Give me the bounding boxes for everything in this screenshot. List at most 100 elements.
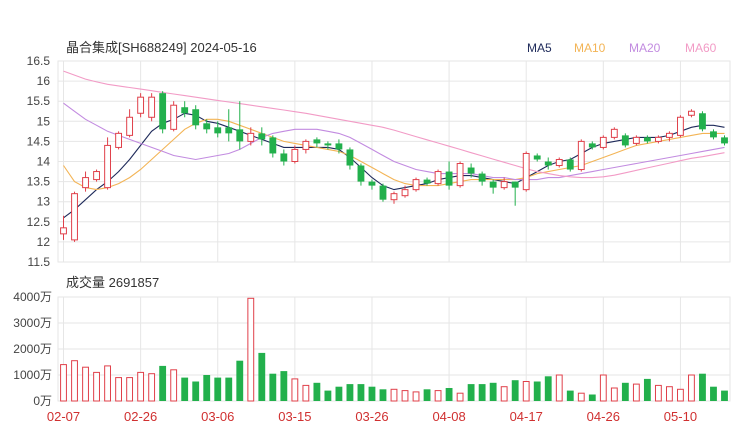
volume-bar-up	[434, 390, 442, 402]
candle	[159, 91, 167, 134]
candle-body-up	[500, 181, 508, 189]
volume-y-tick: 4000万	[13, 290, 52, 304]
candle	[302, 139, 310, 154]
candle	[346, 147, 354, 170]
kline-y-tick: 15	[37, 114, 51, 128]
candle-body-down	[544, 161, 552, 166]
volume-bar-down	[203, 375, 211, 401]
volume-bar-down	[192, 381, 200, 401]
volume-bar-down	[368, 386, 376, 401]
candle-body-down	[335, 143, 343, 150]
candle	[60, 215, 67, 240]
candle-body-up	[412, 179, 420, 191]
candle-body-up	[434, 171, 442, 185]
candle-body-up	[390, 193, 398, 201]
candle	[489, 179, 497, 194]
candle-body-up	[93, 171, 100, 181]
x-tick-label: 04-26	[587, 409, 620, 424]
candle	[577, 139, 585, 172]
kline-y-tick: 14	[37, 155, 51, 169]
candle	[137, 93, 145, 118]
volume-bar-up	[577, 392, 585, 402]
candle-body-down	[269, 137, 277, 154]
kline-y-tick: 16.5	[27, 54, 51, 68]
volume-bar-up	[82, 366, 89, 402]
volume-bar-down	[236, 360, 244, 401]
candle-body-up	[115, 132, 123, 148]
candle	[434, 169, 442, 186]
volume-y-tick: 1000万	[13, 368, 52, 382]
candle	[621, 133, 629, 148]
candle	[82, 171, 89, 192]
candle-body-down	[203, 123, 211, 130]
candle	[357, 163, 365, 186]
candle	[126, 109, 134, 138]
kline-y-tick: 13	[37, 195, 51, 209]
volume-bar-down	[335, 386, 343, 401]
volume-bar-up	[456, 392, 464, 402]
volume-bar-up	[665, 386, 673, 402]
candle-body-up	[291, 148, 299, 163]
volume-bar-down	[423, 389, 431, 401]
candle-body-down	[721, 137, 728, 144]
candle	[192, 105, 200, 130]
kline-y-tick: 14.5	[27, 134, 51, 148]
volume-bar-down	[324, 390, 332, 401]
volume-bar-up	[302, 384, 310, 402]
candle-body-up	[401, 189, 409, 197]
chart-title: 晶合集成[SH688249] 2024-05-16	[66, 40, 257, 55]
candle-body-down	[699, 113, 706, 130]
candle	[555, 157, 563, 168]
volume-bar-up	[677, 388, 684, 402]
candle-body-up	[555, 158, 563, 167]
candlesticks	[60, 91, 728, 242]
volume-bar-down	[357, 384, 365, 401]
volume-bar-up	[60, 364, 67, 402]
candle	[710, 129, 717, 140]
x-tick-label: 02-26	[124, 409, 157, 424]
volume-bar-up	[688, 374, 695, 402]
volume-bar-up	[632, 383, 640, 402]
volume-bar-down	[280, 371, 288, 401]
candle-body-down	[324, 143, 332, 146]
x-tick-label: 04-08	[432, 409, 465, 424]
volume-bar-up	[148, 373, 156, 402]
volume-bar-up	[170, 369, 178, 402]
volume-bar-up	[71, 360, 78, 402]
x-tick-label: 03-26	[355, 409, 388, 424]
candle-body-down	[280, 153, 288, 162]
volume-bar-down	[214, 377, 222, 401]
candle-body-up	[632, 136, 640, 144]
candle-body-down	[478, 173, 486, 182]
candle-body-down	[258, 133, 266, 140]
legend-ma60: MA60	[685, 41, 717, 55]
candle-body-up	[456, 163, 464, 187]
candle-body-down	[225, 127, 233, 134]
candle-body-down	[181, 107, 189, 114]
volume-bar-up	[104, 365, 111, 402]
volume-bar-down	[710, 386, 717, 401]
x-tick-label: 03-06	[201, 409, 234, 424]
candle	[599, 135, 607, 150]
candle	[368, 179, 376, 190]
stock-chart: 晶合集成[SH688249] 2024-05-16 MA5 MA10 MA20 MA6…	[13, 40, 731, 424]
candle-body-down	[621, 135, 629, 146]
candle-body-up	[688, 110, 695, 116]
volume-bar-down	[566, 390, 574, 401]
legend-ma10: MA10	[574, 41, 606, 55]
candle-body-down	[159, 93, 167, 130]
candle-body-down	[236, 129, 244, 142]
candle	[412, 177, 420, 192]
volume-bar-up	[126, 377, 134, 402]
candle-body-up	[148, 96, 156, 118]
candle-body-down	[192, 109, 200, 126]
volume-bar-down	[313, 382, 321, 401]
volume-bar-down	[225, 377, 233, 401]
candle	[478, 171, 486, 186]
candle-body-down	[313, 139, 321, 144]
candle	[688, 109, 695, 118]
volume-bar-down	[721, 390, 728, 401]
volume-bar-up	[137, 371, 145, 402]
candle-body-up	[522, 152, 530, 191]
candle	[269, 135, 277, 158]
